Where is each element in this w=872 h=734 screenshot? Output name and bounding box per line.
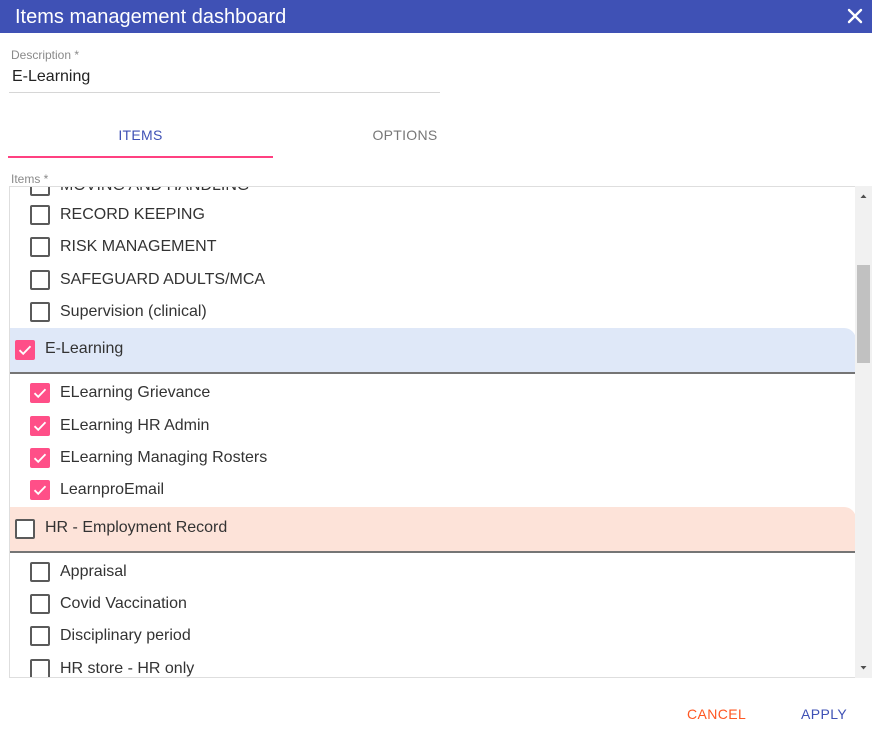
- list-item[interactable]: LearnproEmail: [10, 474, 856, 506]
- group-header-elearning[interactable]: E-Learning: [10, 328, 856, 374]
- list-item-label: ELearning Managing Rosters: [60, 449, 268, 466]
- checkbox-checked[interactable]: [30, 480, 50, 500]
- active-tab-indicator: [8, 156, 273, 158]
- checkbox[interactable]: [30, 626, 50, 646]
- list-item-label: MOVING AND HANDLING: [60, 187, 249, 195]
- checkbox[interactable]: [30, 659, 50, 677]
- checkbox[interactable]: [30, 562, 50, 582]
- check-icon: [33, 453, 47, 464]
- group-header-label: E-Learning: [45, 340, 124, 357]
- check-icon: [33, 421, 47, 432]
- group-divider: [10, 551, 856, 553]
- list-item-label: Supervision (clinical): [60, 303, 207, 320]
- items-label: Items *: [11, 172, 49, 186]
- checkbox-checked[interactable]: [30, 448, 50, 468]
- list-item-label: ELearning HR Admin: [60, 417, 210, 434]
- description-input[interactable]: E-Learning: [12, 68, 90, 86]
- list-item-label: SAFEGUARD ADULTS/MCA: [60, 271, 266, 288]
- tab-options[interactable]: OPTIONS: [273, 110, 537, 160]
- list-item[interactable]: Disciplinary period: [10, 620, 856, 652]
- list-item-label: HR store - HR only: [60, 660, 195, 677]
- close-icon[interactable]: [846, 7, 864, 25]
- list-scrollbar[interactable]: [855, 186, 872, 678]
- list-item-label: ELearning Grievance: [60, 384, 211, 401]
- list-item-label: RISK MANAGEMENT: [60, 238, 217, 255]
- checkbox[interactable]: [30, 270, 50, 290]
- checkbox[interactable]: [30, 205, 50, 225]
- list-item[interactable]: ELearning HR Admin: [10, 410, 856, 442]
- description-label: Description *: [11, 48, 80, 62]
- cancel-button[interactable]: CANCEL: [687, 706, 746, 722]
- dialog-titlebar: Items management dashboard: [0, 0, 872, 33]
- apply-button[interactable]: APPLY: [801, 706, 847, 722]
- description-underline: [9, 92, 440, 93]
- list-item-label: Covid Vaccination: [60, 595, 187, 612]
- checkbox-checked[interactable]: [30, 383, 50, 403]
- scrollbar-thumb[interactable]: [857, 265, 870, 363]
- check-icon: [33, 485, 47, 496]
- list-item-label: LearnproEmail: [60, 481, 165, 498]
- list-item[interactable]: RISK MANAGEMENT: [10, 231, 856, 263]
- list-item[interactable]: ELearning Grievance: [10, 377, 856, 409]
- checkbox-checked[interactable]: [30, 416, 50, 436]
- list-item[interactable]: HR store - HR only: [10, 653, 856, 677]
- tab-items[interactable]: ITEMS: [8, 110, 273, 160]
- checkbox[interactable]: [30, 237, 50, 257]
- group-header-hr-employment-record[interactable]: HR - Employment Record: [10, 507, 856, 553]
- list-item[interactable]: Supervision (clinical): [10, 296, 856, 328]
- checkbox[interactable]: [30, 302, 50, 322]
- list-item[interactable]: RECORD KEEPING: [10, 199, 856, 231]
- scroll-down-arrow-icon[interactable]: [855, 662, 872, 674]
- group-divider: [10, 372, 856, 374]
- list-item[interactable]: ELearning Managing Rosters: [10, 442, 856, 474]
- checkbox-checked[interactable]: [15, 340, 35, 360]
- list-item[interactable]: Covid Vaccination: [10, 588, 856, 620]
- items-list[interactable]: MOVING AND HANDLING RECORD KEEPING RISK …: [9, 186, 872, 678]
- list-item-label: Disciplinary period: [60, 627, 191, 644]
- list-item[interactable]: Appraisal: [10, 556, 856, 588]
- list-item-label: Appraisal: [60, 563, 127, 580]
- checkbox[interactable]: [30, 187, 50, 196]
- group-header-label: HR - Employment Record: [45, 519, 228, 536]
- list-item-label: RECORD KEEPING: [60, 206, 205, 223]
- dialog-title: Items management dashboard: [15, 6, 287, 28]
- check-icon: [33, 388, 47, 399]
- list-item[interactable]: SAFEGUARD ADULTS/MCA: [10, 264, 856, 296]
- check-icon: [18, 345, 32, 356]
- scroll-up-arrow-icon[interactable]: [855, 190, 872, 202]
- checkbox[interactable]: [30, 594, 50, 614]
- checkbox[interactable]: [15, 519, 35, 539]
